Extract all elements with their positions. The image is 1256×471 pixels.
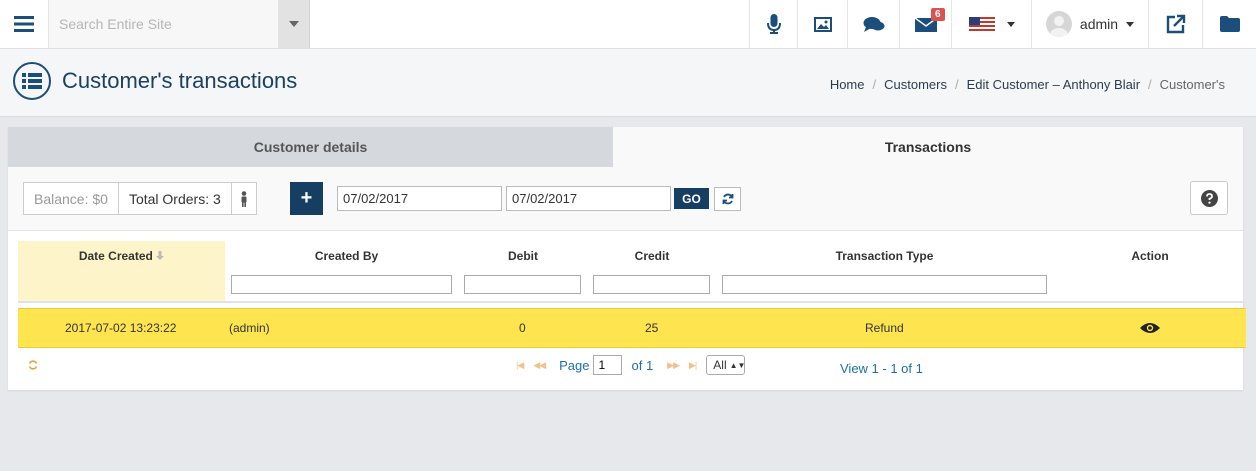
chevron-down-icon [1126, 21, 1135, 27]
image-icon [813, 16, 832, 32]
cell-date-created: 2017-07-02 13:23:22 [65, 321, 177, 335]
mail-count-badge: 6 [931, 8, 945, 21]
page-number-input[interactable] [593, 355, 623, 375]
list-icon [13, 62, 51, 100]
view-records-info: View 1 - 1 of 1 [840, 361, 923, 376]
pager: |◀ ◀◀ Page of 1 ▶▶ ▶| All▲▼ View 1 - 1 o… [18, 349, 1246, 381]
column-transaction-type[interactable]: Transaction Type [718, 241, 1051, 301]
cell-debit: 0 [519, 321, 526, 335]
language-selector[interactable] [951, 0, 1031, 48]
help-icon [1200, 189, 1218, 207]
microphone-icon [766, 14, 781, 34]
search-box [48, 0, 279, 48]
credit-filter[interactable] [593, 275, 710, 294]
transactions-panel: Customer details Transactions Balance: $… [8, 127, 1246, 390]
chevron-down-icon [1006, 21, 1015, 27]
last-page-icon[interactable]: ▶| [689, 360, 697, 371]
created-by-filter[interactable] [231, 275, 452, 294]
reload-grid-icon[interactable] [28, 358, 38, 373]
breadcrumb-separator: / [954, 77, 959, 92]
column-label: Action [1131, 249, 1169, 263]
chat-button[interactable] [847, 0, 899, 48]
page-count-label: of 1 [631, 357, 654, 373]
column-label: Credit [634, 249, 670, 263]
add-transaction-button[interactable]: + [290, 182, 323, 215]
breadcrumb: Home / Customers / Edit Customer – Antho… [830, 77, 1225, 92]
cell-credit: 25 [645, 321, 659, 335]
pager-controls: |◀ ◀◀ Page of 1 ▶▶ ▶| All▲▼ [516, 355, 745, 375]
external-link-icon [1166, 14, 1185, 34]
breadcrumb-separator: / [1148, 77, 1152, 92]
column-label: Debit [508, 249, 538, 263]
balance-group: Balance: $0 Total Orders: 3 [23, 182, 257, 215]
chevron-down-icon [288, 21, 299, 27]
cell-transaction-type: Refund [865, 321, 904, 335]
page-label: Page [559, 357, 590, 373]
user-name: admin [1079, 16, 1119, 32]
cell-created-by: (admin) [229, 321, 270, 335]
breadcrumb-home[interactable]: Home [830, 77, 865, 92]
refresh-icon [722, 193, 733, 205]
page-header: Customer's transactions Home / Customers… [0, 49, 1256, 117]
person-icon[interactable] [232, 183, 256, 214]
rows-per-page-select[interactable]: All ▲▼ [706, 355, 745, 375]
messages-button[interactable]: 6 [899, 0, 951, 48]
next-page-icon[interactable]: ▶▶ [667, 360, 680, 371]
search-dropdown-button[interactable] [278, 0, 310, 48]
grid-header: Date Created Created By Debit Credit Tra… [18, 241, 1246, 303]
menu-icon[interactable] [0, 0, 48, 48]
breadcrumb-customers[interactable]: Customers [884, 77, 947, 92]
column-label: Transaction Type [835, 249, 934, 263]
external-link-button[interactable] [1148, 0, 1202, 48]
tab-bar: Customer details Transactions [8, 127, 1243, 167]
us-flag-icon [968, 17, 995, 31]
column-debit[interactable]: Debit [461, 241, 585, 301]
search-input[interactable] [49, 0, 278, 48]
prev-page-icon[interactable]: ◀◀ [533, 360, 546, 371]
user-menu[interactable]: admin [1031, 0, 1148, 48]
date-from-input[interactable] [337, 186, 502, 211]
column-label: Date Created [18, 249, 225, 263]
balance-label: Balance: $0 [24, 183, 119, 214]
updown-icon: ▲▼ [729, 360, 746, 370]
debit-filter[interactable] [464, 275, 581, 294]
top-navigation-bar: 6 admin [0, 0, 1256, 49]
sort-desc-icon [156, 251, 165, 260]
tab-customer-details[interactable]: Customer details [8, 127, 613, 167]
column-date-created[interactable]: Date Created [18, 241, 225, 301]
refresh-button[interactable] [714, 187, 741, 211]
page-title: Customer's transactions [62, 68, 298, 93]
column-credit[interactable]: Credit [590, 241, 714, 301]
breadcrumb-separator: / [872, 77, 877, 92]
chat-icon [863, 16, 884, 32]
breadcrumb-current: Customer's [1159, 77, 1225, 92]
avatar [1045, 11, 1072, 37]
tab-transactions[interactable]: Transactions [613, 127, 1243, 167]
folder-button[interactable] [1202, 0, 1256, 48]
eye-icon [1140, 323, 1160, 333]
help-button[interactable] [1190, 181, 1228, 215]
table-row[interactable]: 2017-07-02 13:23:22 (admin) 0 25 Refund [18, 308, 1246, 348]
view-button[interactable] [1140, 309, 1160, 347]
folder-icon [1219, 16, 1240, 32]
microphone-button[interactable] [749, 0, 797, 48]
column-action: Action [1080, 241, 1220, 301]
go-button[interactable]: GO [674, 188, 709, 209]
image-button[interactable] [797, 0, 847, 48]
breadcrumb-edit-customer[interactable]: Edit Customer – Anthony Blair [967, 77, 1140, 92]
transactions-toolbar: Balance: $0 Total Orders: 3 + GO [8, 167, 1243, 231]
column-created-by[interactable]: Created By [225, 241, 468, 301]
column-label: Created By [314, 249, 379, 263]
transaction-type-filter[interactable] [722, 275, 1047, 294]
first-page-icon[interactable]: |◀ [516, 360, 524, 371]
date-to-input[interactable] [506, 186, 671, 211]
total-orders-label: Total Orders: 3 [119, 183, 232, 214]
